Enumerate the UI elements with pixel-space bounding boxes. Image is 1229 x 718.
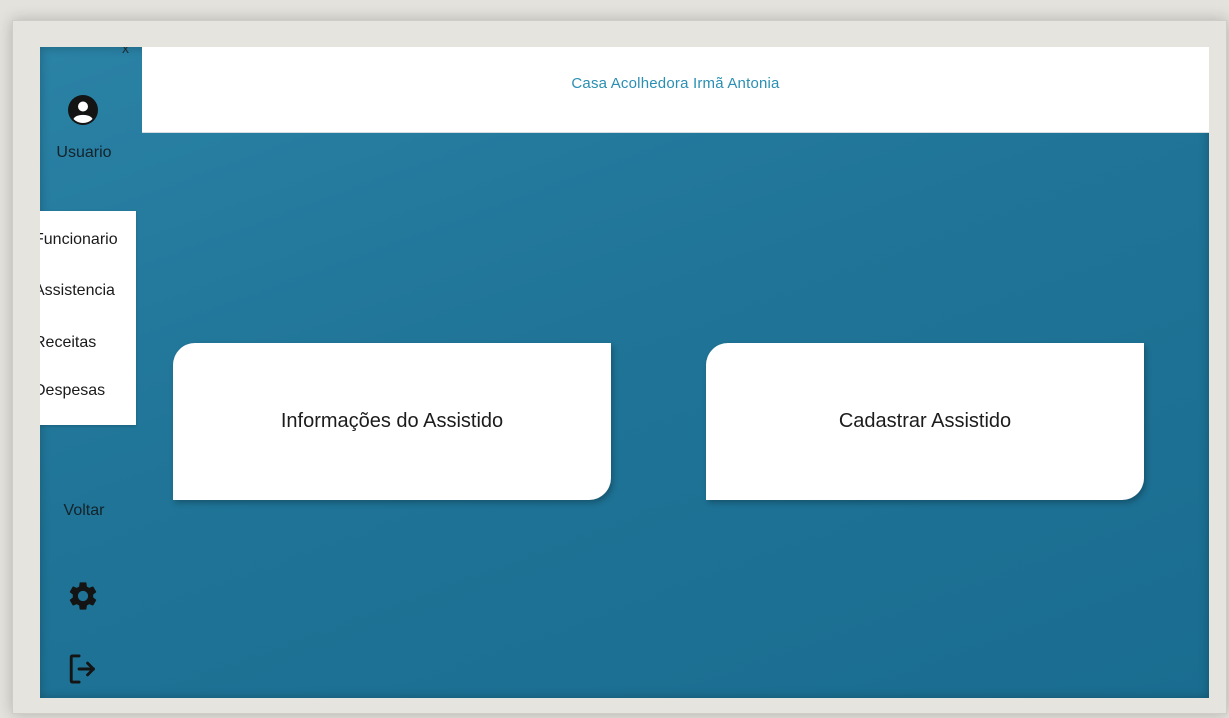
close-button[interactable]: x <box>122 47 129 55</box>
cadastrar-assistido-label: Cadastrar Assistido <box>838 410 1012 432</box>
dropdown-menu: Funcionario Assistencia Receitas Despesa… <box>40 211 136 425</box>
info-assistido-label: Informações do Assistido <box>280 410 504 432</box>
menu-item-despesas[interactable]: Despesas <box>40 382 105 400</box>
info-assistido-card[interactable]: Informações do Assistido <box>173 343 611 500</box>
menu-item-funcionario[interactable]: Funcionario <box>40 231 118 249</box>
account-circle-icon[interactable] <box>67 94 99 126</box>
cadastrar-assistido-card[interactable]: Cadastrar Assistido <box>706 343 1144 500</box>
menu-item-assistencia[interactable]: Assistencia <box>40 282 115 300</box>
header-bar: Casa Acolhedora Irmã Antonia <box>142 47 1209 133</box>
gear-icon[interactable] <box>66 579 100 613</box>
back-button[interactable]: Voltar <box>40 502 128 520</box>
menu-item-receitas[interactable]: Receitas <box>40 334 96 352</box>
app-title: Casa Acolhedora Irmã Antonia <box>571 75 780 92</box>
sidebar: x Usuario Funcionario Assistencia Receit… <box>40 47 142 698</box>
app-window: Casa Acolhedora Irmã Antonia x Usuario F… <box>40 47 1209 698</box>
user-label[interactable]: Usuario <box>40 144 128 162</box>
logout-icon[interactable] <box>67 652 99 686</box>
